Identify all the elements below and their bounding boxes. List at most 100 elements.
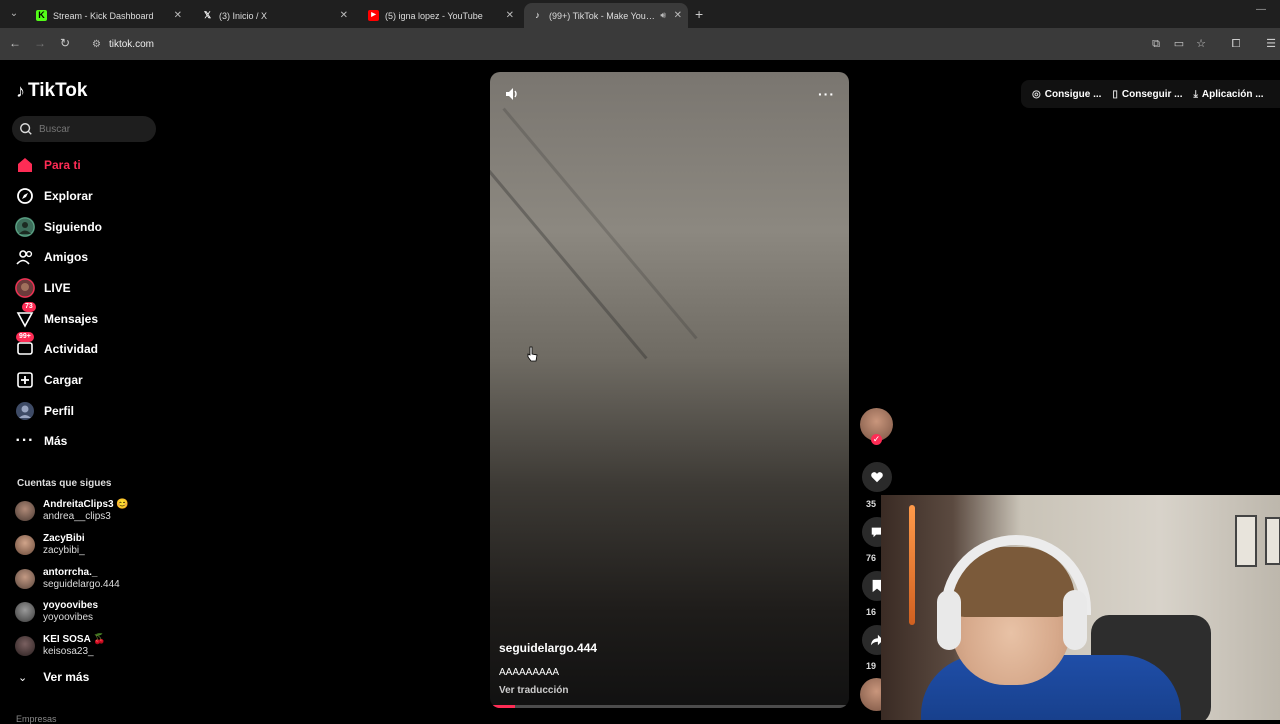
- close-tab-icon[interactable]: ✕: [340, 10, 348, 21]
- compass-icon: [14, 185, 36, 207]
- tab-title: (3) Inicio / X: [219, 10, 268, 21]
- link-label: Consigue ...: [1044, 88, 1102, 100]
- video-player[interactable]: ··· seguidelargo.444 AAAAAAAAA Ver tradu…: [490, 72, 849, 708]
- avatar: [15, 569, 35, 589]
- site-info-icon[interactable]: ⚙: [92, 39, 101, 50]
- upload-icon: [14, 369, 36, 391]
- video-caption: AAAAAAAAA: [499, 667, 560, 678]
- nav-label: Cargar: [44, 373, 83, 387]
- forward-icon[interactable]: →: [33, 36, 47, 50]
- search-input[interactable]: [39, 123, 149, 135]
- save-count: 16: [866, 607, 877, 617]
- account-nickname: KEI SOSA 🍒: [43, 634, 106, 645]
- following-account[interactable]: AndreitaClips3 😊 andrea__clips3: [15, 497, 129, 525]
- browser-tab-x[interactable]: 𝕏 (3) Inicio / X ✕: [194, 3, 354, 28]
- browser-tab-kick[interactable]: K Stream - Kick Dashboard ✕: [28, 3, 188, 28]
- reload-icon[interactable]: ↻: [58, 36, 72, 50]
- following-account[interactable]: antorrcha._ seguidelargo.444: [15, 565, 120, 593]
- avatar: [15, 636, 35, 656]
- avatar: [15, 602, 35, 622]
- progress-fill: [490, 705, 516, 708]
- tiktok-logo[interactable]: ♪ TikTok: [16, 80, 87, 102]
- video-author[interactable]: seguidelargo.444: [499, 641, 597, 655]
- chevron-down-icon: ⌄: [18, 671, 28, 684]
- translate-icon[interactable]: ⧉: [1149, 37, 1163, 51]
- nav-perfil[interactable]: Perfil: [14, 399, 164, 423]
- live-icon: [14, 277, 36, 299]
- account-nickname: yoyoovibes: [43, 600, 99, 611]
- heart-icon: [871, 472, 883, 483]
- nav-explorar[interactable]: Explorar: [14, 184, 164, 208]
- see-more-label: Ver más: [43, 670, 90, 684]
- browser-tab-tiktok[interactable]: ♪ (99+) TikTok - Make Your Da 🔊︎ ✕: [524, 3, 688, 28]
- x-icon: 𝕏: [203, 10, 212, 20]
- following-icon: [14, 216, 36, 238]
- home-icon: [14, 154, 36, 176]
- following-account[interactable]: yoyoovibes yoyoovibes: [15, 598, 98, 626]
- like-button[interactable]: [862, 462, 892, 492]
- nav-actividad[interactable]: 99+ Actividad: [14, 332, 164, 361]
- minimize-icon[interactable]: —: [1256, 4, 1266, 15]
- account-nickname: antorrcha._: [43, 567, 98, 578]
- url-field[interactable]: ⚙ tiktok.com: [88, 32, 1140, 56]
- headphone-cup: [937, 590, 961, 650]
- browser-tab-youtube[interactable]: ▶ (5) igna lopez - YouTube ✕: [360, 3, 520, 28]
- ceiling-beam: [490, 127, 648, 360]
- nav-cargar[interactable]: Cargar: [14, 368, 164, 392]
- close-tab-icon[interactable]: ✕: [506, 10, 514, 21]
- see-more-button[interactable]: ⌄ Ver más: [18, 670, 89, 684]
- nav-para-ti[interactable]: Para ti: [14, 153, 164, 177]
- back-icon[interactable]: ←: [8, 36, 22, 50]
- nav-mas[interactable]: ··· Más: [14, 429, 164, 453]
- close-tab-icon[interactable]: ✕: [174, 10, 182, 21]
- bookmark-star-icon[interactable]: ☆: [1194, 37, 1208, 51]
- tiktok-note-icon: ♪: [16, 80, 25, 101]
- activity-badge: 99+: [16, 332, 34, 342]
- following-account[interactable]: KEI SOSA 🍒 keisosa23_: [15, 632, 106, 660]
- account-nickname: AndreitaClips3 😊: [43, 499, 129, 510]
- nav-amigos[interactable]: Amigos: [14, 245, 164, 269]
- tab-title: (5) igna lopez - YouTube: [385, 10, 483, 21]
- brand-name: TikTok: [28, 80, 88, 101]
- comment-count: 76: [866, 553, 877, 563]
- desktop-app-link[interactable]: ⤓ Aplicación ...: [1193, 89, 1263, 100]
- see-translation-link[interactable]: Ver traducción: [499, 685, 568, 696]
- extensions-icon[interactable]: ⧠: [1229, 37, 1243, 51]
- browser-tab-bar: ⌄ K Stream - Kick Dashboard ✕ 𝕏 (3) Inic…: [0, 0, 1280, 28]
- get-app-link[interactable]: ▯ Conseguir ...: [1112, 89, 1182, 100]
- more-options-icon[interactable]: ···: [818, 86, 835, 102]
- nav-label: Explorar: [44, 189, 93, 203]
- following-account[interactable]: ZacyBibi zacybibi_: [15, 531, 85, 559]
- nav-siguiendo[interactable]: Siguiendo: [14, 215, 164, 239]
- search-box[interactable]: [12, 116, 156, 142]
- nav-label: Actividad: [44, 342, 99, 356]
- streamer-webcam: [881, 495, 1280, 720]
- nav-label: Amigos: [44, 250, 89, 264]
- new-tab-button[interactable]: +: [695, 6, 703, 22]
- nav-label: Para ti: [44, 158, 81, 172]
- account-username: zacybibi_: [43, 545, 85, 556]
- volume-icon[interactable]: [504, 86, 520, 102]
- address-bar-row: ← → ↻ ⚙ tiktok.com ⧉ ▭ ☆ ⧠ ☰: [0, 28, 1280, 60]
- close-tab-icon[interactable]: ✕: [674, 10, 682, 21]
- nav-live[interactable]: LIVE: [14, 276, 164, 300]
- cast-icon[interactable]: ▭: [1172, 37, 1186, 51]
- like-count: 35: [866, 499, 877, 509]
- nav-label: Mensajes: [44, 312, 99, 326]
- video-progress-bar[interactable]: [490, 705, 849, 708]
- get-coins-link[interactable]: ◎ Consigue ...: [1032, 89, 1101, 100]
- wall-frame: [1235, 515, 1257, 567]
- tab-search-chevron-icon[interactable]: ⌄: [6, 6, 22, 22]
- following-accounts-heading: Cuentas que sigues: [17, 478, 112, 489]
- kick-icon: K: [36, 10, 47, 21]
- follow-plus-icon[interactable]: ✓: [871, 434, 882, 445]
- tab-title: (99+) TikTok - Make Your Da: [549, 10, 657, 21]
- activity-icon: 99+: [14, 332, 36, 360]
- nav-mensajes[interactable]: 73 Mensajes: [14, 302, 164, 331]
- speaker-icon[interactable]: 🔊︎: [660, 10, 666, 21]
- menu-icon[interactable]: ☰: [1264, 37, 1278, 51]
- account-username: yoyoovibes: [43, 612, 94, 623]
- link-label: Aplicación ...: [1201, 88, 1264, 100]
- hand-cursor-icon: [527, 346, 538, 362]
- link-label: Conseguir ...: [1121, 88, 1183, 100]
